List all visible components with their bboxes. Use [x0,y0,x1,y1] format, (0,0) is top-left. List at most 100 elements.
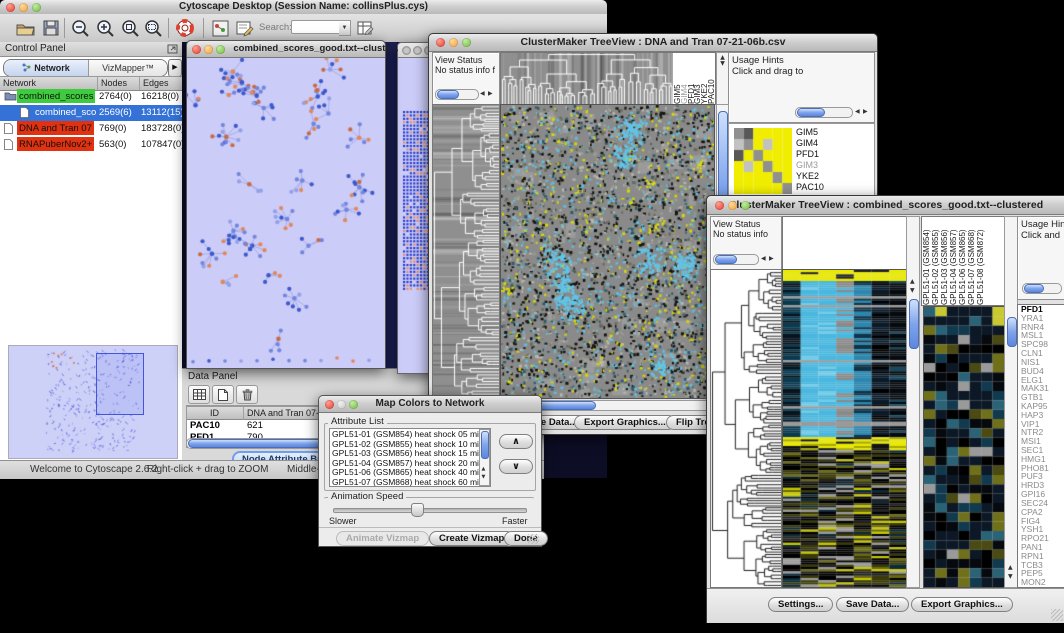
export-graphics-button[interactable]: Export Graphics... [574,415,676,430]
minimize-button[interactable] [449,38,458,47]
treeview1-titlebar[interactable]: ClusterMaker TreeView : DNA and Tran 07-… [429,34,877,52]
main-titlebar[interactable]: Cytoscape Desktop (Session Name: collins… [0,0,607,15]
minimize-button[interactable] [19,3,28,12]
attribute-list-item[interactable]: GPL51-04 (GSM857) heat shock 20 min [332,459,490,469]
attribute-list-item[interactable]: GPL51-06 (GSM865) heat shock 40 min [332,468,490,478]
attribute-list-item[interactable]: GPL51-02 (GSM855) heat shock 10 min [332,440,490,450]
attribute-listbox[interactable]: GPL51-01 (GSM854) heat shock 05 minGPL51… [329,428,491,487]
col-id[interactable]: ID [187,407,242,420]
scroll-right-icon[interactable]: ▶ [769,256,774,262]
zoom-gene-label[interactable]: GIM4 [796,138,824,149]
zoom-button[interactable] [349,400,358,409]
scroll-down-icon[interactable]: ▼ [910,288,915,294]
column-label[interactable]: GIM5 [673,53,680,104]
animation-speed-slider-track[interactable] [333,508,527,513]
attribute-list-item[interactable]: GPL51-01 (GSM854) heat shock 05 min [332,430,490,440]
tab-vizmapper[interactable]: VizMapper™ [89,60,167,76]
move-down-button[interactable]: ∨ [499,459,533,474]
tab-overflow-button[interactable]: ▶ [168,59,182,77]
scroll-down-icon[interactable]: ▼ [717,61,728,67]
help-lifesaver-icon[interactable] [174,17,196,39]
minimize-button[interactable] [337,400,346,409]
animation-speed-slider-thumb[interactable] [411,503,424,517]
scroll-up-icon[interactable]: ▲ [1008,565,1013,571]
scroll-up-icon[interactable]: ▲ [910,279,915,285]
zoom-out-icon[interactable] [70,17,92,39]
scroll-up-icon[interactable]: ▲ [482,466,486,472]
resize-grip[interactable] [528,534,539,544]
minimize-button[interactable] [728,201,737,210]
column-label[interactable]: GPL51-01 (GSM854) [922,217,931,305]
zoom-button[interactable] [32,3,41,12]
tab-network[interactable]: Network [4,60,89,76]
birdseye-view[interactable] [8,345,178,459]
scrollbar-thumb[interactable] [481,431,489,459]
column-label[interactable]: GIM4 [680,53,687,104]
scrollbar-thumb[interactable] [715,255,737,264]
zoom-button[interactable] [462,38,471,47]
animate-vizmap-button[interactable]: Animate Vizmap [336,531,429,546]
column-label[interactable]: GPL51-08 (GSM872) [976,217,985,305]
column-label[interactable]: PAC10 [707,53,714,104]
move-up-button[interactable]: ∧ [499,434,533,449]
gene-label[interactable]: MON2 [1021,578,1064,587]
save-data-button[interactable]: Save Data... [836,597,909,612]
annotation-icon[interactable] [234,17,256,39]
search-input[interactable] [291,20,341,34]
close-button[interactable] [192,45,201,54]
zoom-gene-label[interactable]: PFD1 [796,149,824,160]
attribute-table-icon[interactable] [354,17,376,39]
scrollbar-thumb[interactable] [437,90,459,99]
scroll-left-icon[interactable]: ◀ [480,91,485,97]
delete-trash-icon[interactable] [236,385,258,404]
scrollbar-thumb[interactable] [797,108,825,117]
zoom-gene-label[interactable]: GIM5 [796,127,824,138]
column-label[interactable]: GPL51-06 (GSM865) [958,217,967,305]
zoom-vscrollbar[interactable]: ▲ ▼ [1004,216,1018,588]
zoom-button[interactable] [741,201,750,210]
scrollbar-thumb[interactable] [909,299,919,349]
dialog-titlebar[interactable]: Map Colors to Network [319,396,541,413]
zoom-gene-label[interactable]: GIM3 [796,160,824,171]
zoom-heatmap[interactable] [923,306,1005,588]
close-button[interactable] [436,38,445,47]
column-dendrogram[interactable] [500,52,674,105]
zoom-gene-label[interactable]: YKE2 [796,171,824,182]
open-file-icon[interactable] [14,17,36,39]
attribute-list-item[interactable]: GPL51-07 (GSM868) heat shock 60 min [332,478,490,487]
column-label[interactable]: GPL51-07 (GSM868) [967,217,976,305]
search-dropdown-chevron-icon[interactable]: ▼ [339,20,351,36]
row-dendrogram[interactable] [710,269,782,588]
resize-grip[interactable] [1051,609,1063,621]
export-graphics-button[interactable]: Export Graphics... [911,597,1013,612]
network-list-item[interactable]: combined_sco2569(6)13112(15) [0,105,182,121]
zoom-heatmap[interactable] [734,128,792,194]
network-overview-icon[interactable] [209,17,231,39]
network-view[interactable] [187,58,383,367]
scroll-left-icon[interactable]: ◀ [855,109,860,115]
zoom-fit-icon[interactable] [143,17,165,39]
zoom-selected-icon[interactable] [120,17,142,39]
scroll-right-icon[interactable]: ▶ [488,91,493,97]
column-label[interactable]: YKE2 [700,53,707,104]
scrollbar-thumb[interactable] [1024,284,1044,293]
close-button[interactable] [715,201,724,210]
scroll-down-icon[interactable]: ▼ [482,474,486,480]
new-document-icon[interactable] [212,385,234,404]
list-scrollbar[interactable]: ▲ ▼ [479,429,490,486]
close-button[interactable] [6,3,15,12]
heatmap-view[interactable] [782,269,908,588]
zoom-gene-label[interactable]: PAC10 [796,182,824,193]
create-vizmap-button[interactable]: Create Vizmap [429,531,514,546]
scroll-left-icon[interactable]: ◀ [761,256,766,262]
attribute-list-item[interactable]: GPL51-03 (GSM856) heat shock 15 min [332,449,490,459]
save-icon[interactable] [40,17,62,39]
settings-button[interactable]: Settings... [768,597,833,612]
float-panel-icon[interactable] [167,44,178,59]
treeview2-titlebar[interactable]: ClusterMaker TreeView : combined_scores_… [707,196,1064,215]
network-titlebar[interactable]: combined_scores_good.txt--cluste... [187,41,385,58]
scrollbar-thumb[interactable] [1007,317,1017,347]
heatmap-view[interactable] [500,104,715,399]
table-grid-icon[interactable] [188,385,210,404]
network-list-item[interactable]: combined_scores2764(0)16218(0) [0,89,182,105]
